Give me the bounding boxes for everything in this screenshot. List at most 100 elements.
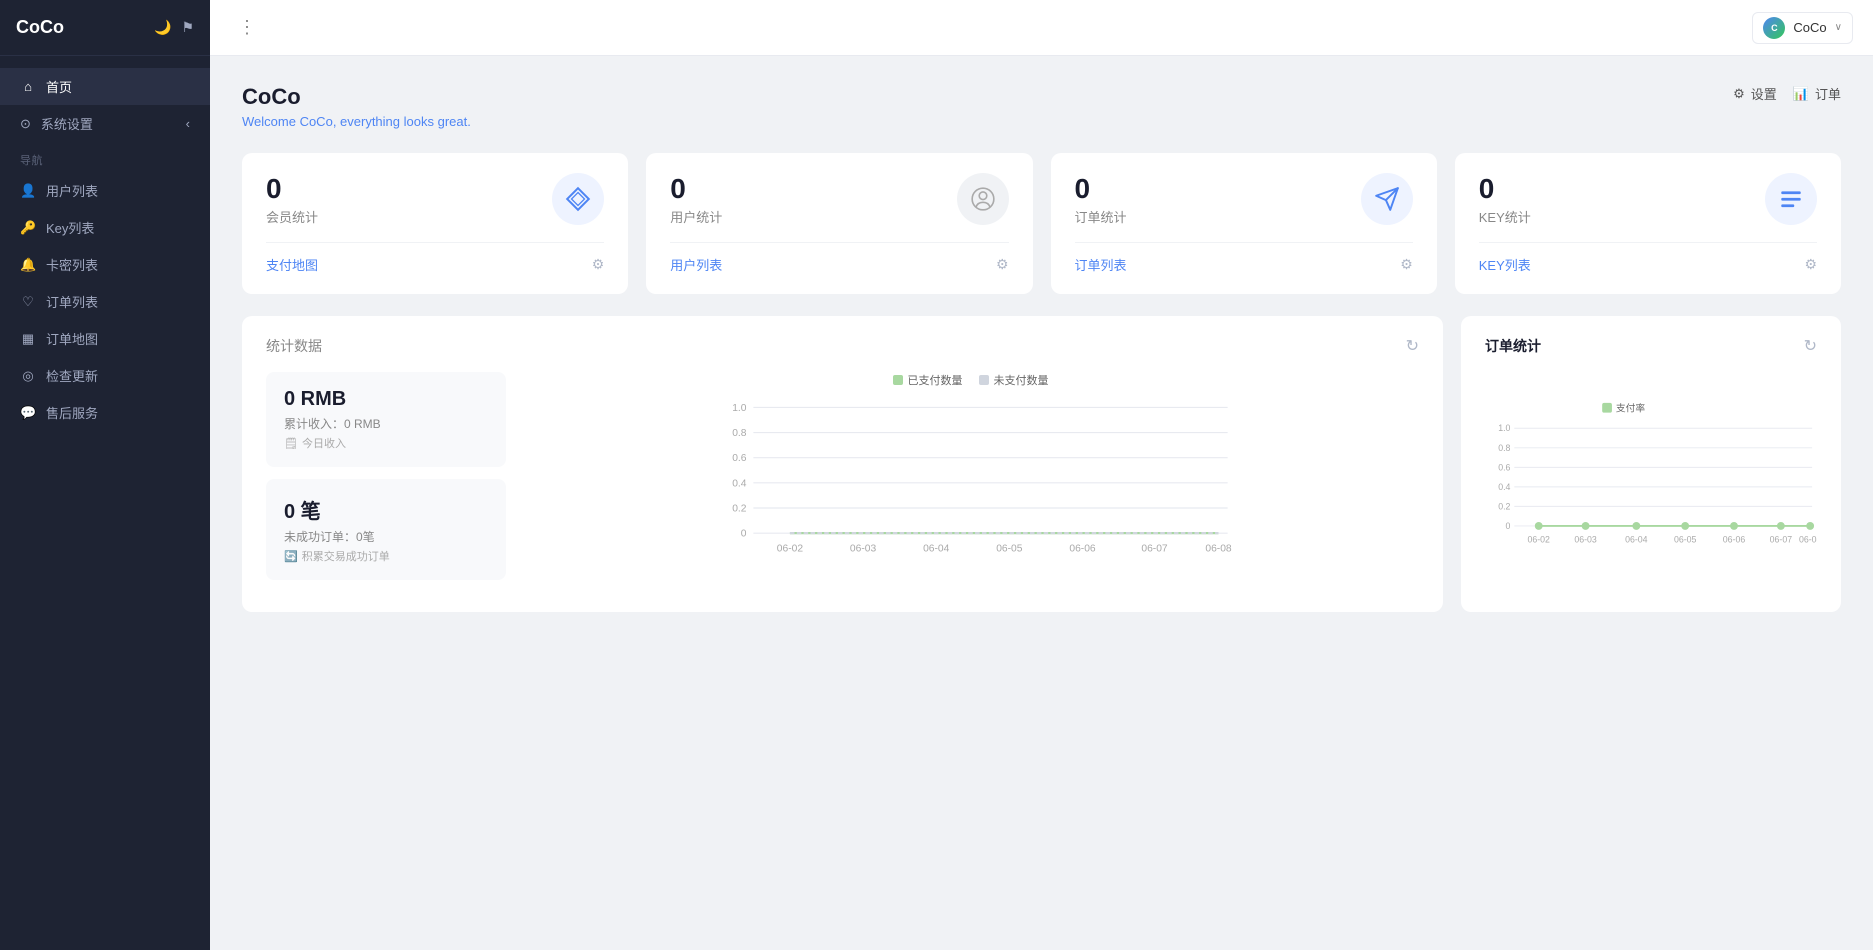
sidebar-item-keys[interactable]: 🔑 Key列表	[0, 209, 210, 246]
main-content: ⋮ C CoCo ∨ CoCo Welcome CoCo, everything…	[210, 0, 1873, 950]
order-icon-wrap	[1361, 173, 1413, 225]
user-menu-button[interactable]: C CoCo ∨	[1752, 12, 1853, 44]
sidebar-title: CoCo	[16, 17, 64, 38]
svg-text:0.4: 0.4	[1498, 482, 1510, 492]
key-settings-icon[interactable]: ⚙	[1804, 256, 1817, 273]
sidebar-item-cards[interactable]: 🔔 卡密列表	[0, 246, 210, 283]
svg-text:0.6: 0.6	[732, 453, 747, 464]
key-stat-label: KEY统计	[1479, 207, 1531, 226]
svg-text:06-04: 06-04	[1625, 535, 1648, 545]
chevron-down-icon: ∨	[1835, 22, 1842, 33]
list-icon	[1778, 186, 1804, 212]
user-stat-link[interactable]: 用户列表	[670, 255, 722, 274]
send-icon	[1374, 186, 1400, 212]
moon-icon[interactable]: 🌙	[154, 19, 171, 36]
menu-dots-button[interactable]: ⋮	[230, 13, 264, 42]
svg-text:0: 0	[1505, 521, 1510, 531]
page-subtitle: Welcome CoCo, everything looks great.	[242, 114, 471, 129]
orders-value: 0 笔	[284, 495, 488, 524]
order-stat-label: 订单统计	[1075, 207, 1127, 226]
order-stat-link[interactable]: 订单列表	[1075, 255, 1127, 274]
settings-icon: ⊙	[20, 116, 31, 132]
user-stat-value: 0	[670, 173, 722, 205]
bottom-panels: 统计数据 ↻ 0 RMB 累计收入：0 RMB 🗒今日收入	[242, 316, 1841, 612]
revenue-label2: 🗒今日收入	[284, 435, 488, 451]
order-panel-title: 订单统计	[1485, 336, 1541, 356]
user-name-label: CoCo	[1793, 20, 1826, 35]
key-icon-wrap	[1765, 173, 1817, 225]
orders-label2: 🔄积累交易成功订单	[284, 548, 488, 564]
member-stat-value: 0	[266, 173, 318, 205]
stat-card-order: 0 订单统计 订单列表 ⚙	[1051, 153, 1437, 294]
update-icon: ◎	[20, 368, 36, 384]
user-icon-wrap	[957, 173, 1009, 225]
svg-text:06-08: 06-08	[1205, 543, 1232, 554]
settings-action-button[interactable]: ⚙ 设置	[1733, 84, 1777, 103]
topbar: ⋮ C CoCo ∨	[210, 0, 1873, 56]
orders-mini-card: 0 笔 未成功订单：0笔 🔄积累交易成功订单	[266, 479, 506, 580]
diamond-icon	[565, 186, 591, 212]
home-icon: ⌂	[20, 79, 36, 94]
svg-text:0: 0	[741, 529, 747, 540]
stat-card-user: 0 用户统计 用户列表 ⚙	[646, 153, 1032, 294]
svg-text:06-07: 06-07	[1141, 543, 1168, 554]
sidebar-item-after-sale[interactable]: 💬 售后服务	[0, 394, 210, 431]
heart-icon: ♡	[20, 294, 36, 310]
svg-text:0.6: 0.6	[1498, 462, 1510, 472]
orders-action-button[interactable]: 📊 订单	[1793, 84, 1841, 103]
order-chart-area: 支付率 1.0 0.8 0.6 0.4 0.2	[1485, 372, 1817, 592]
svg-text:1.0: 1.0	[732, 403, 747, 414]
stats-panel-title: 统计数据	[266, 336, 322, 356]
revenue-label1: 累计收入：0 RMB	[284, 415, 488, 432]
chevron-left-icon: ‹	[186, 116, 190, 131]
key-stat-link[interactable]: KEY列表	[1479, 255, 1531, 274]
sidebar-section-nav: 导航	[0, 142, 210, 172]
svg-text:1.0: 1.0	[1498, 423, 1510, 433]
flag-icon[interactable]: ⚑	[181, 19, 194, 36]
user-icon: 👤	[20, 183, 36, 199]
page-content: CoCo Welcome CoCo, everything looks grea…	[210, 56, 1873, 950]
svg-text:0.8: 0.8	[1498, 443, 1510, 453]
card-icon: 🔔	[20, 257, 36, 273]
member-stat-link[interactable]: 支付地图	[266, 255, 318, 274]
sidebar-item-home[interactable]: ⌂ 首页	[0, 68, 210, 105]
svg-text:支付率: 支付率	[1616, 402, 1645, 415]
stats-chart: 已支付数量 未支付数量	[522, 372, 1419, 572]
sidebar-item-check-update[interactable]: ◎ 检查更新	[0, 357, 210, 394]
order-refresh-button[interactable]: ↻	[1804, 336, 1817, 356]
map-icon: ▦	[20, 331, 36, 347]
key-stat-value: 0	[1479, 173, 1531, 205]
orders-action-icon: 📊	[1793, 86, 1809, 102]
sidebar-item-orders[interactable]: ♡ 订单列表	[0, 283, 210, 320]
svg-text:06-07: 06-07	[1770, 535, 1793, 545]
legend-paid: 已支付数量	[893, 372, 963, 388]
page-header: CoCo Welcome CoCo, everything looks grea…	[242, 84, 1841, 129]
revenue-mini-card: 0 RMB 累计收入：0 RMB 🗒今日收入	[266, 372, 506, 467]
member-settings-icon[interactable]: ⚙	[592, 256, 605, 273]
revenue-value: 0 RMB	[284, 388, 488, 411]
stats-line-chart: 1.0 0.8 0.6 0.4 0.2 0 06-02 06-03 06-04 …	[522, 396, 1419, 556]
sidebar-item-settings[interactable]: ⊙ 系统设置 ‹	[0, 105, 210, 142]
svg-text:0.2: 0.2	[1498, 501, 1510, 511]
user-settings-icon[interactable]: ⚙	[996, 256, 1009, 273]
svg-text:06-04: 06-04	[923, 543, 950, 554]
svg-text:06-06: 06-06	[1069, 543, 1096, 554]
order-settings-icon[interactable]: ⚙	[1400, 256, 1413, 273]
svg-text:06-02: 06-02	[1527, 535, 1550, 545]
user-stat-label: 用户统计	[670, 207, 722, 226]
svg-text:06-05: 06-05	[1674, 535, 1697, 545]
stats-refresh-button[interactable]: ↻	[1406, 336, 1419, 356]
stat-card-member: 0 会员统计 支付地图 ⚙	[242, 153, 628, 294]
member-stat-label: 会员统计	[266, 207, 318, 226]
settings-action-icon: ⚙	[1733, 86, 1745, 102]
user-circle-icon	[970, 186, 996, 212]
sidebar-item-order-map[interactable]: ▦ 订单地图	[0, 320, 210, 357]
key-icon: 🔑	[20, 220, 36, 236]
svg-text:06-03: 06-03	[1574, 535, 1597, 545]
svg-text:0.8: 0.8	[732, 428, 747, 439]
sidebar-item-users[interactable]: 👤 用户列表	[0, 172, 210, 209]
stat-card-key: 0 KEY统计 KEY列表 ⚙	[1455, 153, 1841, 294]
svg-text:0.2: 0.2	[732, 503, 747, 514]
order-line-chart: 支付率 1.0 0.8 0.6 0.4 0.2	[1485, 372, 1817, 592]
user-avatar: C	[1763, 17, 1785, 39]
